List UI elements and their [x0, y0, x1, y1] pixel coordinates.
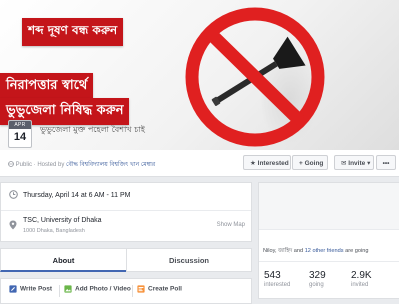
- no-vuvuzela-sign-icon: [185, 7, 325, 147]
- location-address: 1000 Dhaka, Bangladesh: [23, 228, 85, 234]
- write-post-label: Write Post: [20, 285, 53, 293]
- hosted-by-line: Public · Hosted by বৌদ্ধ বিশ্ববিদ্যালয় …: [8, 159, 155, 170]
- guest-summary-card: Niloy, জাহিদ and 12 other friends are go…: [258, 182, 399, 299]
- cover-banner-middle: নিরাপত্তার স্বার্থে: [0, 73, 94, 100]
- create-poll-label: Create Poll: [148, 285, 182, 293]
- write-post-button[interactable]: Write Post: [9, 285, 52, 293]
- chevron-down-icon: ▾: [367, 160, 371, 167]
- event-info-card: Thursday, April 14 at 6 AM - 11 PM TSC, …: [0, 182, 252, 242]
- clock-icon: [9, 190, 18, 199]
- friends-names: Niloy, জাহিদ: [263, 248, 293, 254]
- friends-going-text[interactable]: Niloy, জাহিদ and 12 other friends are go…: [263, 247, 368, 256]
- sidebar-placeholder-block: [259, 183, 399, 230]
- poll-icon: [137, 285, 145, 293]
- interested-count-label: interested: [264, 282, 291, 288]
- more-options-button[interactable]: •••: [376, 155, 396, 170]
- other-friends-link[interactable]: 12 other friends: [305, 248, 344, 254]
- event-details-column: Thursday, April 14 at 6 AM - 11 PM TSC, …: [0, 182, 252, 304]
- invited-count-label: invited: [351, 282, 369, 288]
- add-photo-video-button[interactable]: Add Photo / Video: [64, 285, 131, 293]
- invited-count-value: 2.9K: [351, 270, 372, 281]
- tab-discussion[interactable]: Discussion: [126, 248, 252, 272]
- invited-count[interactable]: 2.9K invited: [351, 270, 372, 288]
- cover-banner-top: শব্দ দূষণ বন্ধ করুন: [22, 18, 124, 46]
- show-map-link[interactable]: Show Map: [217, 222, 245, 228]
- envelope-icon: ✉: [341, 160, 347, 167]
- event-location-row[interactable]: TSC, University of Dhaka 1000 Dhaka, Ban…: [1, 211, 251, 241]
- location-name: TSC, University of Dhaka: [23, 217, 102, 224]
- invite-button[interactable]: ✉ Invite ▾: [334, 155, 374, 170]
- date-month: APR: [9, 121, 31, 129]
- privacy-text: Public · Hosted by: [15, 162, 65, 168]
- stats-divider: [259, 261, 399, 262]
- event-datetime: Thursday, April 14 at 6 AM - 11 PM: [23, 192, 131, 199]
- host-link[interactable]: বৌদ্ধ বিশ্ববিদ্যালয় বিশ্বজিৎ খান মেম্বা…: [66, 162, 155, 168]
- invite-label: Invite: [348, 160, 366, 167]
- post-composer: Write Post Add Photo / Video Create Poll: [0, 278, 252, 304]
- create-poll-button[interactable]: Create Poll: [137, 285, 182, 293]
- going-button[interactable]: + Going: [292, 155, 328, 170]
- event-datetime-row[interactable]: Thursday, April 14 at 6 AM - 11 PM: [1, 183, 251, 211]
- globe-icon: [8, 161, 14, 167]
- interested-count[interactable]: 543 interested: [264, 270, 290, 288]
- star-icon: ★: [250, 160, 256, 167]
- interested-label: Interested: [257, 160, 289, 167]
- date-day: 14: [13, 131, 27, 143]
- tab-about[interactable]: About: [0, 248, 127, 272]
- event-date-badge: APR 14: [8, 120, 32, 148]
- photo-icon: [64, 285, 72, 293]
- going-count-value: 329: [309, 270, 326, 281]
- interested-count-value: 543: [264, 270, 281, 281]
- interested-button[interactable]: ★ Interested: [243, 155, 291, 170]
- add-photo-label: Add Photo / Video: [75, 285, 131, 293]
- going-label: Going: [304, 160, 324, 167]
- event-cover-photo[interactable]: শব্দ দূষণ বন্ধ করুন নিরাপত্তার স্বার্থে …: [0, 0, 399, 150]
- going-count[interactable]: 329 going: [309, 270, 326, 288]
- plus-icon: +: [299, 160, 303, 167]
- cover-caption: ভুভুজেলা মুক্ত পহেলা বৈশাখ চাই: [40, 125, 145, 134]
- pencil-icon: [9, 285, 17, 293]
- map-pin-icon: [9, 220, 17, 230]
- composer-divider: [59, 285, 60, 297]
- event-tabs: About Discussion: [0, 248, 252, 272]
- going-count-label: going: [309, 282, 324, 288]
- composer-divider: [132, 285, 133, 297]
- event-action-bar: Public · Hosted by বৌদ্ধ বিশ্ববিদ্যালয় …: [0, 150, 399, 177]
